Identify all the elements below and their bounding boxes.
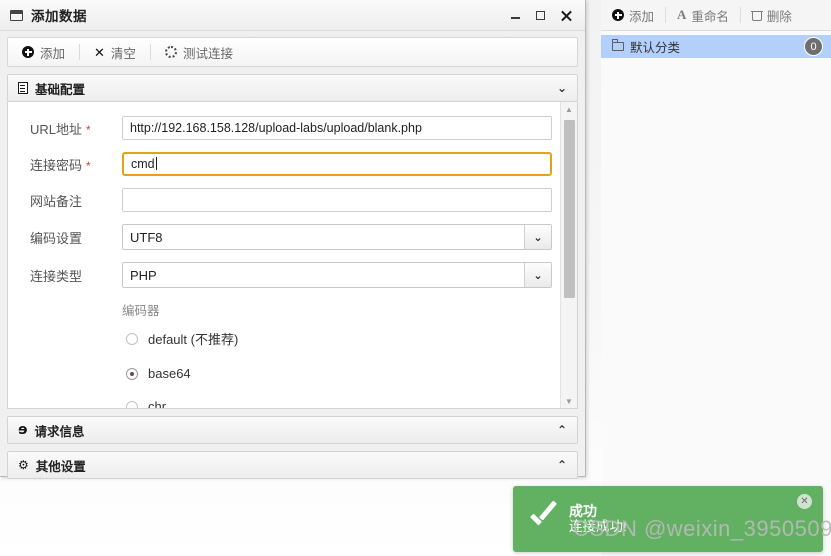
- encoding-label: 编码设置: [30, 230, 83, 246]
- list-item[interactable]: 默认分类 0: [601, 35, 831, 58]
- clear-button[interactable]: ✕ 清空: [80, 38, 150, 66]
- note-field-row: 网站备注: [8, 188, 577, 212]
- dialog-toolbar: 添加 ✕ 清空 测试连接: [7, 37, 578, 67]
- encoder-label: 编码器: [122, 304, 160, 318]
- category-count-badge: 0: [804, 37, 823, 56]
- password-label: 连接密码 *: [30, 157, 91, 173]
- encoder-option-label: default (不推荐): [148, 332, 239, 347]
- basic-config-header[interactable]: 基础配置 ⌄: [7, 74, 578, 102]
- form-scrollbar[interactable]: ▲ ▼: [560, 102, 577, 408]
- conn-type-select[interactable]: PHP ⌄: [122, 262, 552, 288]
- maximize-icon[interactable]: [535, 9, 548, 22]
- category-delete-button[interactable]: 删除: [741, 0, 803, 30]
- conn-type-select-value: PHP: [130, 267, 157, 283]
- request-info-accordion: e 请求信息 ⌃: [7, 416, 578, 444]
- category-delete-label: 删除: [766, 9, 792, 24]
- encoding-select-value: UTF8: [130, 229, 163, 245]
- required-marker: *: [86, 158, 91, 173]
- chevron-up-icon[interactable]: ⌃: [557, 423, 567, 437]
- encoder-option-label: chr: [148, 399, 167, 409]
- scroll-up-arrow-icon[interactable]: ▲: [561, 102, 577, 116]
- window-controls: [510, 9, 577, 22]
- encoder-option-label: base64: [148, 366, 191, 381]
- url-label: URL地址 *: [30, 121, 91, 137]
- gear-icon: ⚙: [18, 458, 29, 472]
- scroll-down-arrow-icon[interactable]: ▼: [561, 394, 577, 408]
- spinner-icon: [164, 46, 177, 58]
- encoder-option-chr[interactable]: chr: [8, 399, 577, 409]
- url-input[interactable]: http://192.168.158.128/upload-labs/uploa…: [122, 116, 552, 140]
- category-add-button[interactable]: 添加: [601, 0, 665, 30]
- category-rename-button[interactable]: A 重命名: [666, 0, 740, 30]
- close-x-icon: ✕: [94, 44, 105, 60]
- plus-circle-icon: [612, 9, 624, 21]
- app-root: 添加数据 添加 ✕ 清空 测试连接 基础配置 ⌄ URL地址 * http://…: [0, 0, 831, 556]
- category-list: 默认分类 0: [601, 31, 831, 58]
- password-field-row: 连接密码 * cmd: [8, 152, 577, 176]
- encoder-option-default[interactable]: default (不推荐): [8, 329, 577, 348]
- text-caret: [155, 157, 157, 170]
- note-input[interactable]: [122, 188, 552, 212]
- watermark: CSDN @weixin_39505091: [573, 516, 831, 541]
- dialog-titlebar: 添加数据: [0, 0, 585, 31]
- category-panel: 添加 A 重命名 删除 默认分类 0: [601, 0, 831, 556]
- encoding-field-row: 编码设置 UTF8 ⌄: [8, 224, 577, 250]
- category-add-label: 添加: [629, 9, 655, 24]
- category-item-label: 默认分类: [630, 41, 681, 55]
- radio-selected-icon[interactable]: [126, 367, 138, 380]
- radio-icon[interactable]: [126, 332, 138, 345]
- chevron-up-icon[interactable]: ⌃: [557, 458, 567, 472]
- document-icon: [18, 82, 28, 94]
- chevron-down-icon[interactable]: ⌄: [524, 225, 551, 249]
- request-info-title: 请求信息: [34, 424, 85, 439]
- encoding-select[interactable]: UTF8 ⌄: [122, 224, 552, 250]
- password-input[interactable]: cmd: [122, 152, 552, 176]
- clear-button-label: 清空: [110, 46, 136, 61]
- chevron-down-icon[interactable]: ⌄: [524, 263, 551, 287]
- other-settings-accordion: ⚙ 其他设置 ⌃: [7, 451, 578, 479]
- plus-circle-icon: [22, 46, 34, 58]
- add-button[interactable]: 添加: [8, 38, 79, 66]
- dialog-title: 添加数据: [31, 9, 87, 24]
- scrollbar-thumb[interactable]: [564, 120, 575, 298]
- other-settings-header[interactable]: ⚙ 其他设置 ⌃: [7, 451, 578, 479]
- other-settings-title: 其他设置: [35, 459, 86, 474]
- basic-config-body: URL地址 * http://192.168.158.128/upload-lab…: [7, 102, 578, 409]
- check-icon: [527, 504, 557, 534]
- basic-config-title: 基础配置: [35, 82, 86, 97]
- refresh-icon: e: [18, 422, 28, 438]
- config-form: URL地址 * http://192.168.158.128/upload-lab…: [8, 102, 577, 409]
- url-field-row: URL地址 * http://192.168.158.128/upload-lab…: [8, 116, 577, 140]
- request-info-header[interactable]: e 请求信息 ⌃: [7, 416, 578, 444]
- chevron-down-icon[interactable]: ⌄: [557, 81, 567, 95]
- trash-icon: [750, 10, 763, 21]
- minimize-icon[interactable]: [510, 9, 523, 22]
- required-marker: *: [86, 122, 91, 137]
- close-icon[interactable]: [560, 9, 573, 22]
- add-button-label: 添加: [40, 46, 66, 61]
- text-a-icon: A: [677, 7, 687, 22]
- toast-close-icon[interactable]: ✕: [797, 494, 812, 509]
- conn-type-field-row: 连接类型 PHP ⌄: [8, 262, 577, 288]
- encoder-option-base64[interactable]: base64: [8, 366, 577, 381]
- add-data-dialog: 添加数据 添加 ✕ 清空 测试连接 基础配置 ⌄ URL地址 * http://…: [0, 0, 586, 479]
- conn-type-label: 连接类型: [30, 268, 83, 284]
- note-label: 网站备注: [30, 193, 83, 209]
- basic-config-accordion: 基础配置 ⌄ URL地址 * http://192.168.158.128/upl…: [7, 74, 578, 409]
- category-toolbar: 添加 A 重命名 删除: [601, 0, 831, 31]
- window-icon: [10, 9, 23, 21]
- category-rename-label: 重命名: [691, 9, 729, 24]
- radio-icon[interactable]: [126, 400, 138, 408]
- test-connection-button[interactable]: 测试连接: [151, 38, 247, 66]
- test-connection-label: 测试连接: [182, 46, 233, 61]
- password-input-value: cmd: [131, 157, 155, 171]
- folder-icon: [612, 39, 624, 51]
